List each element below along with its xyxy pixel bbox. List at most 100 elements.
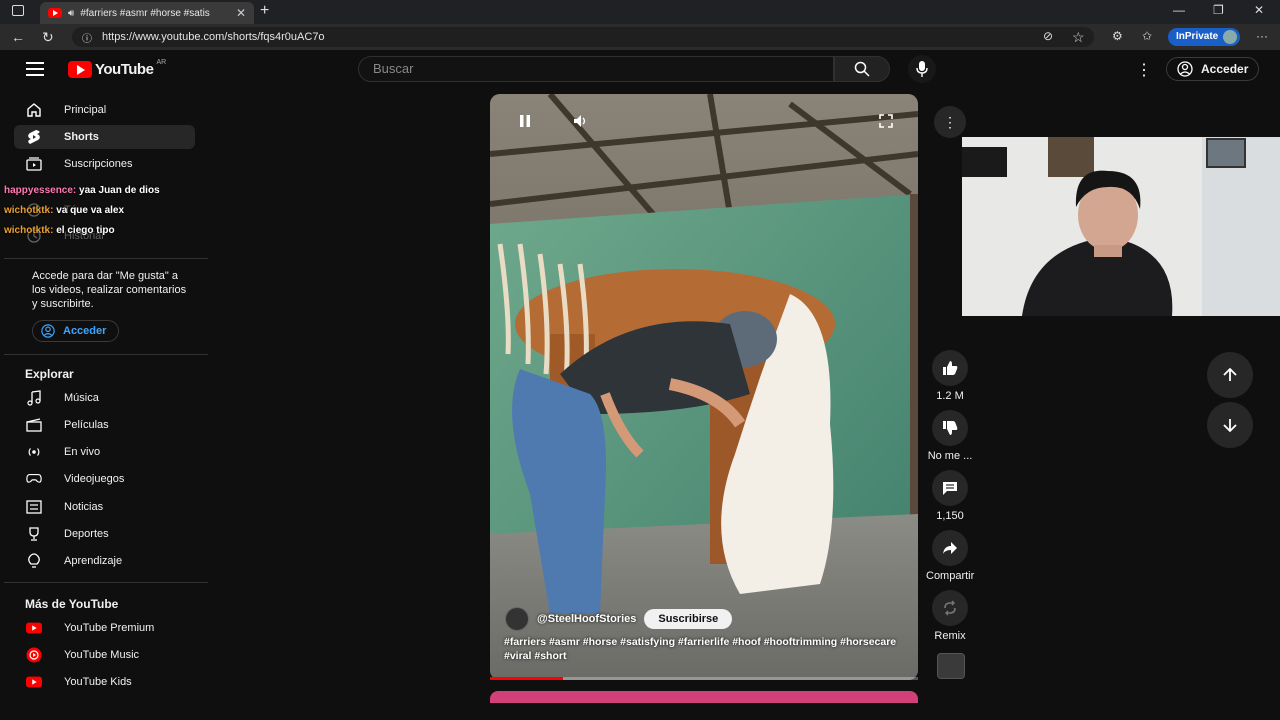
remix-action[interactable]: Remix xyxy=(926,590,974,642)
next-short-button[interactable] xyxy=(1207,402,1253,448)
movies-icon xyxy=(26,417,42,433)
sidebar-item-movies[interactable]: Películas xyxy=(14,413,195,437)
sidebar-item-gaming[interactable]: Videojuegos xyxy=(14,467,195,491)
tab-actions-icon[interactable] xyxy=(12,5,24,16)
channel-avatar[interactable] xyxy=(505,607,529,631)
sidebar-item-label: Deportes xyxy=(64,528,109,540)
live-icon xyxy=(26,444,42,460)
favorites-icon[interactable]: ✩ xyxy=(1142,29,1152,43)
share-label: Compartir xyxy=(926,570,975,582)
sidebar-item-subscriptions[interactable]: Suscripciones xyxy=(14,152,195,176)
channel-name[interactable]: @SteelHoofStories xyxy=(537,613,636,625)
speaker-icon[interactable]: 🔊︎ xyxy=(68,8,74,19)
search-icon xyxy=(854,61,870,77)
sidebar-item-sports[interactable]: Deportes xyxy=(14,522,195,546)
remix-label: Remix xyxy=(934,630,966,642)
extensions-icon[interactable]: ⚙ xyxy=(1112,29,1123,43)
youtube-play-icon xyxy=(68,61,92,78)
url-field[interactable]: ⓘ https://www.youtube.com/shorts/fqs4r0u… xyxy=(72,27,1094,47)
url-text: https://www.youtube.com/shorts/fqs4r0uAC… xyxy=(102,31,325,43)
inprivate-badge[interactable]: InPrivate xyxy=(1168,28,1241,46)
previous-short-button[interactable] xyxy=(1207,352,1253,398)
maximize-icon[interactable]: ❐ xyxy=(1213,3,1224,17)
new-tab-icon[interactable]: + xyxy=(260,2,269,20)
sidebar-item-music[interactable]: Música xyxy=(14,386,195,410)
sidebar-item-label: Shorts xyxy=(64,131,99,143)
remix-button[interactable] xyxy=(932,590,968,626)
more-options-button[interactable]: ⋮ xyxy=(934,106,966,138)
youtube-premium-icon xyxy=(26,620,42,636)
share-button[interactable] xyxy=(932,530,968,566)
settings-dots-icon[interactable]: ⋮ xyxy=(1136,60,1152,80)
voice-search-button[interactable] xyxy=(908,55,936,83)
volume-icon xyxy=(574,115,586,127)
signin-button[interactable]: Acceder xyxy=(1166,57,1260,81)
video-frame-image xyxy=(490,94,918,680)
sidebar-item-home[interactable]: Principal xyxy=(14,98,195,122)
sidebar-item-learning[interactable]: Aprendizaje xyxy=(14,549,195,573)
tracking-prevention-icon[interactable]: ⊘ xyxy=(1043,29,1053,43)
youtube-logo[interactable]: YouTube AR xyxy=(68,59,167,78)
dislike-action[interactable]: No me ... xyxy=(926,410,974,462)
sidebar-item-label: Videojuegos xyxy=(64,473,125,485)
sidebar-divider xyxy=(4,354,208,355)
share-action[interactable]: Compartir xyxy=(926,530,974,582)
sidebar-item-label: Música xyxy=(64,392,99,404)
chat-message: wichotktk: va que va alex xyxy=(4,205,124,216)
like-action[interactable]: 1.2 M xyxy=(926,350,974,402)
lightbulb-icon xyxy=(26,553,42,569)
sidebar-signin-button[interactable]: Acceder xyxy=(32,320,120,342)
refresh-icon[interactable]: ↻ xyxy=(42,29,54,46)
sidebar-item-label: Suscripciones xyxy=(64,158,133,170)
chat-message: happyessence: yaa Juan de dios xyxy=(4,185,160,196)
remix-icon xyxy=(944,600,956,616)
comments-action[interactable]: 1,150 xyxy=(926,470,974,522)
volume-button[interactable] xyxy=(569,109,593,133)
sidebar-item-youtube-premium[interactable]: YouTube Premium xyxy=(14,616,195,640)
comments-count: 1,150 xyxy=(936,510,964,522)
chat-username: wichotktk: xyxy=(4,225,54,236)
tab-close-icon[interactable]: ✕ xyxy=(236,6,246,20)
sidebar-item-live[interactable]: En vivo xyxy=(14,440,195,464)
search-input[interactable]: Buscar xyxy=(358,56,834,82)
minimize-icon[interactable]: — xyxy=(1173,3,1185,17)
close-window-icon[interactable]: ✕ xyxy=(1254,3,1264,17)
like-button[interactable] xyxy=(932,350,968,386)
video-progress-bar[interactable] xyxy=(490,677,918,680)
browser-menu-icon[interactable]: ··· xyxy=(1256,29,1268,43)
news-icon xyxy=(26,499,42,515)
country-code: AR xyxy=(156,59,167,66)
channel-thumbnail[interactable] xyxy=(937,653,965,679)
gaming-icon xyxy=(26,471,42,487)
video-progress-fill xyxy=(490,677,563,680)
shorts-icon xyxy=(26,129,42,145)
favorite-star-icon[interactable]: ☆ xyxy=(1072,29,1085,46)
sidebar-item-label: YouTube Kids xyxy=(64,676,132,688)
pause-button[interactable] xyxy=(513,109,537,133)
site-info-icon[interactable]: ⓘ xyxy=(82,30,92,45)
subscribe-button[interactable]: Suscribirse xyxy=(644,609,733,629)
chat-text: yaa Juan de dios xyxy=(79,185,160,196)
sidebar-signin-label: Acceder xyxy=(63,325,107,337)
fullscreen-button[interactable] xyxy=(874,109,898,133)
search-button[interactable] xyxy=(834,56,890,82)
sidebar-item-youtube-kids[interactable]: YouTube Kids xyxy=(14,670,195,694)
hamburger-menu-icon[interactable] xyxy=(26,62,44,80)
comments-button[interactable] xyxy=(932,470,968,506)
video-caption[interactable]: #farriers #asmr #horse #satisfying #farr… xyxy=(504,635,904,663)
sidebar-item-youtube-music[interactable]: YouTube Music xyxy=(14,643,195,667)
shorts-video-player[interactable] xyxy=(490,94,918,680)
sidebar-item-news[interactable]: Noticias xyxy=(14,495,195,519)
browser-tab[interactable]: 🔊︎ #farriers #asmr #horse #satis ✕ xyxy=(40,2,254,24)
back-icon[interactable]: ← xyxy=(11,29,25,45)
dislike-label: No me ... xyxy=(927,450,973,462)
dislike-button[interactable] xyxy=(932,410,968,446)
next-short-preview[interactable] xyxy=(490,691,918,703)
browser-tab-bar: 🔊︎ #farriers #asmr #horse #satis ✕ + — ❐… xyxy=(0,0,1280,24)
tab-title: #farriers #asmr #horse #satis xyxy=(80,7,210,19)
like-count: 1.2 M xyxy=(936,390,964,402)
share-arrow-icon xyxy=(943,542,957,554)
logo-text: YouTube xyxy=(95,61,154,78)
pause-icon xyxy=(520,115,530,127)
sidebar-item-shorts[interactable]: Shorts xyxy=(14,125,195,149)
